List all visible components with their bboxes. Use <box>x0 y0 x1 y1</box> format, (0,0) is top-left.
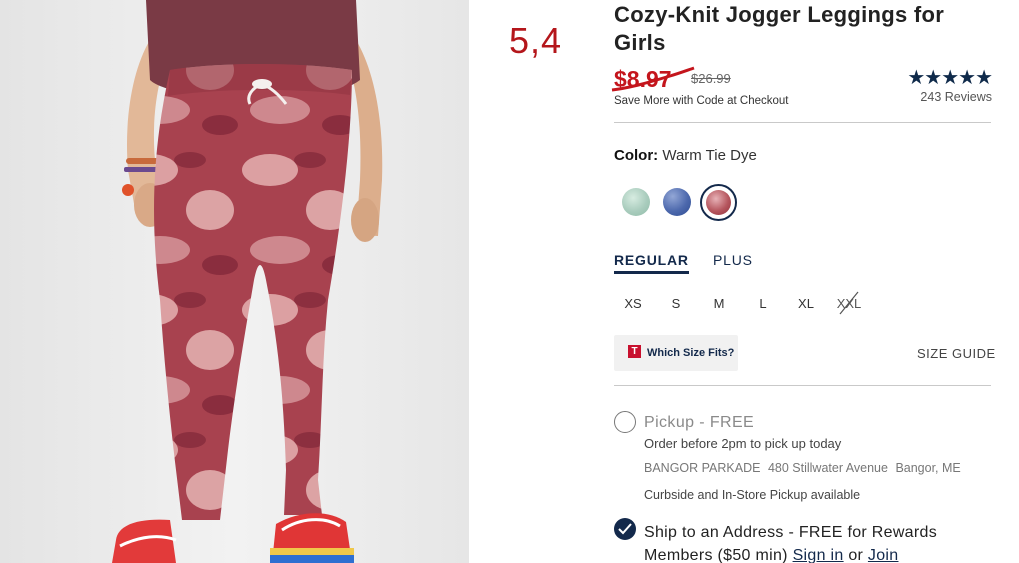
divider <box>614 385 991 386</box>
unavailable-slash-icon <box>839 291 859 315</box>
swatch-warm-tie-dye-fill <box>706 190 731 215</box>
store-address[interactable]: BANGOR PARKADE 480 Stillwater Avenue Ban… <box>644 461 965 475</box>
star-rating-icon: ★★★★★ <box>907 67 993 89</box>
ship-or: or <box>848 547 864 563</box>
annotation-label: 5,4 <box>509 20 563 61</box>
ship-option-text: Ship to an Address - FREE for Rewards Me… <box>644 521 994 563</box>
swatch-warm-tie-dye-selected[interactable] <box>700 184 737 221</box>
checkmark-icon <box>618 523 632 535</box>
tab-regular[interactable]: REGULAR <box>614 252 689 274</box>
size-guide-link[interactable]: SIZE GUIDE <box>917 346 996 361</box>
reviews-link[interactable]: 243 Reviews <box>888 90 992 104</box>
divider <box>614 122 991 123</box>
original-price: $26.99 <box>691 71 731 86</box>
store-street: 480 Stillwater Avenue <box>767 461 888 475</box>
swatch-mint-tie-dye[interactable] <box>622 188 650 216</box>
size-button-xs[interactable]: XS <box>618 296 648 311</box>
size-button-l[interactable]: L <box>748 296 778 311</box>
store-city: Bangor, ME <box>895 461 961 475</box>
color-label-key: Color: <box>614 147 659 164</box>
rating-summary[interactable]: ★★★★★ 243 Reviews <box>888 67 993 104</box>
pickup-radio[interactable] <box>614 411 636 433</box>
which-size-fits-label: Which Size Fits? <box>647 347 735 359</box>
product-photo-illustration <box>0 0 469 563</box>
promo-note: Save More with Code at Checkout <box>614 95 789 107</box>
size-button-xl[interactable]: XL <box>791 296 821 311</box>
pickup-subtitle: Order before 2pm to pick up today <box>644 436 842 451</box>
join-link[interactable]: Join <box>868 547 899 563</box>
curbside-note: Curbside and In-Store Pickup available <box>644 488 861 502</box>
size-button-m[interactable]: M <box>704 296 734 311</box>
which-size-fits-button[interactable]: T Which Size Fits? <box>614 335 738 371</box>
fit-tool-logo-icon: T <box>628 345 641 358</box>
price-strike-mark <box>611 66 695 92</box>
sign-in-link[interactable]: Sign in <box>793 547 844 563</box>
color-label: Color: Warm Tie Dye <box>614 147 757 164</box>
store-name: BANGOR PARKADE <box>644 461 761 475</box>
product-title: Cozy-Knit Jogger Leggings for Girls <box>614 2 945 55</box>
selected-color-name: Warm Tie Dye <box>662 147 757 164</box>
product-image <box>0 0 469 563</box>
price-row: $8.97 $26.99 <box>611 66 814 94</box>
size-button-s[interactable]: S <box>661 296 691 311</box>
ship-radio-checked[interactable] <box>614 518 636 540</box>
swatch-blue-tie-dye[interactable] <box>663 188 691 216</box>
tab-plus[interactable]: PLUS <box>713 252 753 268</box>
pickup-title: Pickup - FREE <box>644 414 755 431</box>
